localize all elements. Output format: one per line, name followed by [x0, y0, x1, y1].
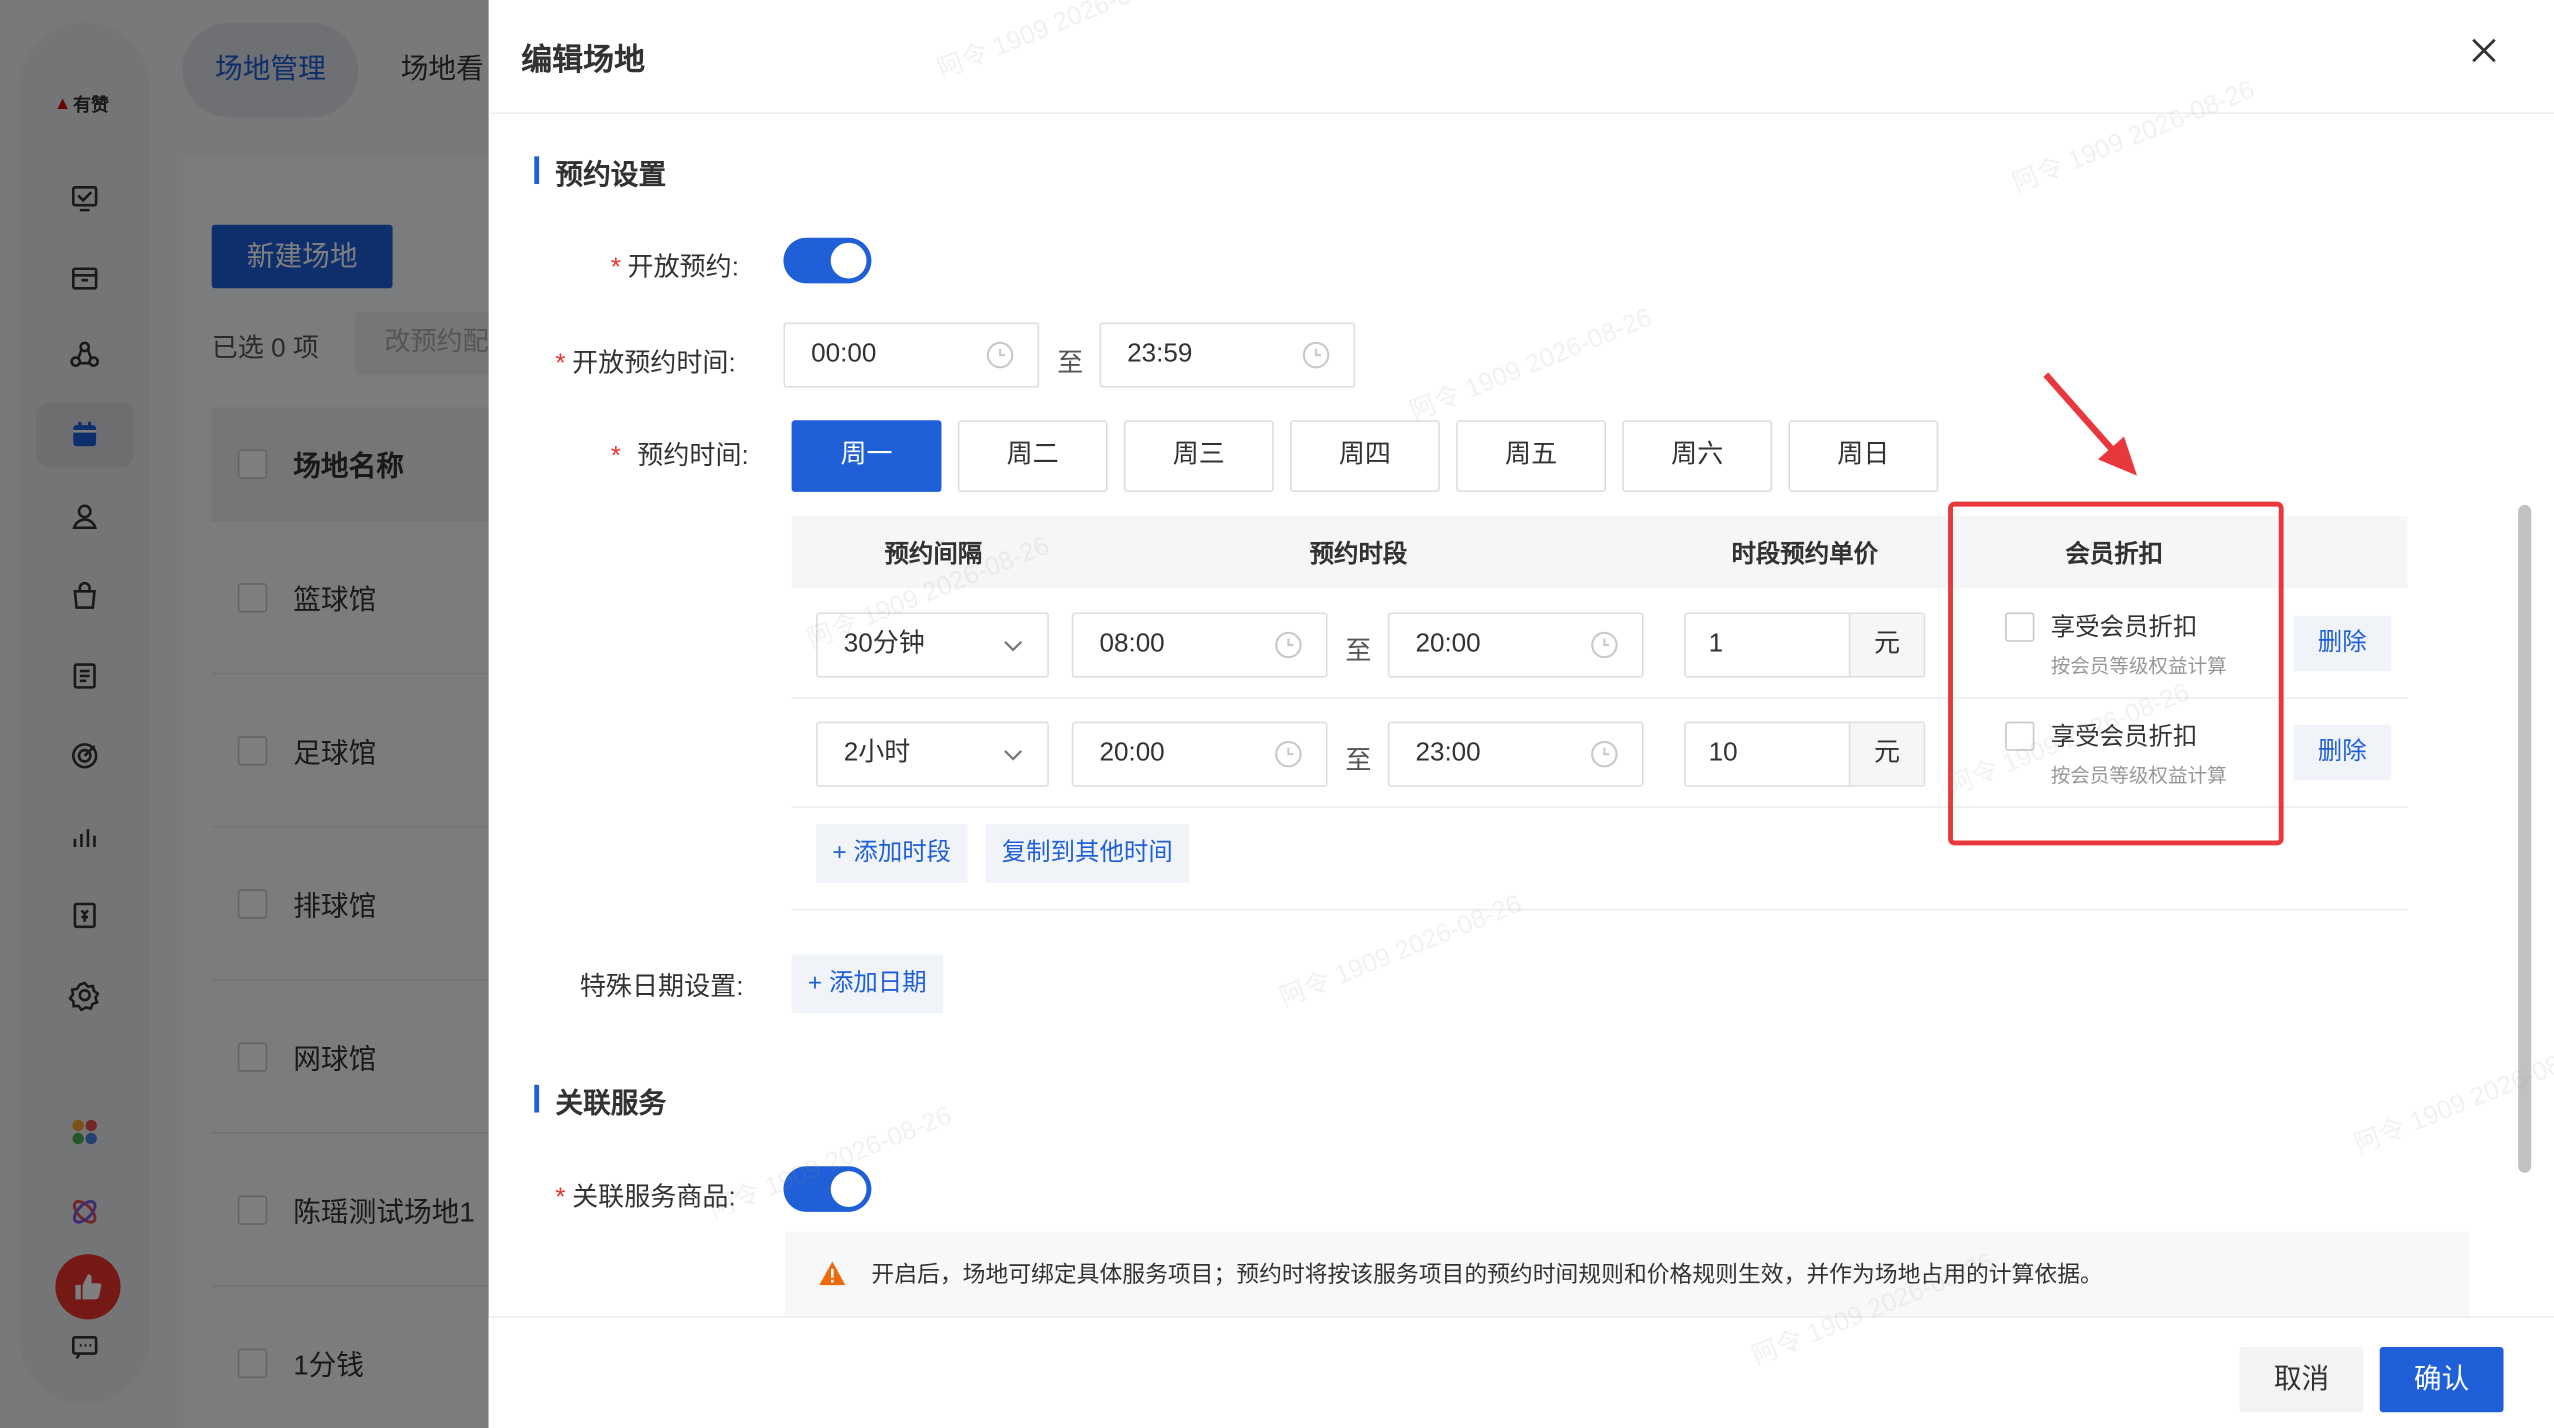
day-button-mon[interactable]: 周一	[791, 420, 942, 492]
clock-icon	[1591, 740, 1618, 768]
interval-select[interactable]: 2小时	[816, 721, 1049, 787]
service-notice: 开启后，场地可绑定具体服务项目；预约时将按该服务项目的预约时间规则和价格规则生效…	[785, 1231, 2470, 1317]
day-button-sat[interactable]: 周六	[1622, 420, 1773, 492]
day-button-sun[interactable]: 周日	[1788, 420, 1939, 492]
clock-icon	[1275, 740, 1302, 768]
section-title-service: 关联服务	[534, 1080, 666, 1121]
watermark: 阿令 1909 2026-08-26	[1406, 304, 1657, 427]
drawer-title: 编辑场地	[521, 43, 646, 79]
clock-icon	[1591, 631, 1618, 659]
slot-price-input[interactable]: 1元	[1684, 612, 1926, 678]
slot-start-input[interactable]: 08:00	[1071, 612, 1328, 678]
service-label: * 关联服务商品:	[555, 1184, 736, 1212]
slot-price-input[interactable]: 10 元	[1684, 721, 1926, 787]
open-time-end-input[interactable]: 23:59	[1099, 322, 1356, 388]
header-period: 预约时段	[1309, 540, 1408, 569]
day-button-wed[interactable]: 周三	[1123, 420, 1274, 492]
range-separator: 至	[1057, 350, 1084, 378]
delete-slot-button[interactable]: 删除	[2293, 615, 2392, 672]
open-booking-switch[interactable]	[783, 237, 872, 284]
add-slot-button[interactable]: + 添加时段	[816, 824, 968, 883]
open-booking-label: * 开放预约:	[610, 254, 739, 282]
delete-slot-button[interactable]: 删除	[2293, 724, 2392, 781]
highlight-box	[1948, 501, 2284, 846]
day-button-fri[interactable]: 周五	[1456, 420, 1607, 492]
edit-venue-drawer: 编辑场地 预约设置 * 开放预约: * 开放预约时间: 00:00 至 23:59 …	[488, 0, 2554, 1428]
range-separator: 至	[1345, 638, 1372, 667]
special-date-label: 特殊日期设置:	[579, 974, 744, 1002]
scrollbar[interactable]	[2518, 504, 2532, 1173]
clock-icon	[1275, 631, 1302, 659]
add-date-button[interactable]: + 添加日期	[791, 954, 943, 1014]
slot-start-input[interactable]: 20:00	[1071, 721, 1328, 787]
drawer-footer: 取消 确认	[488, 1316, 2554, 1428]
annotation-arrow-icon	[2043, 372, 2138, 476]
notice-text: 开启后，场地可绑定具体服务项目；预约时将按该服务项目的预约时间规则和价格规则生效…	[871, 1260, 2103, 1287]
screen: ▲ 有赞 场地管理 场地看 新建场地 已选 0 项 改预约配 场地名称 篮球馆 …	[0, 0, 2554, 1428]
warning-icon	[819, 1261, 846, 1286]
open-time-start-input[interactable]: 00:00	[783, 322, 1040, 388]
section-title-booking: 预约设置	[534, 151, 666, 192]
clock-icon	[1302, 341, 1330, 369]
day-button-tue[interactable]: 周二	[957, 420, 1108, 492]
interval-select[interactable]: 30分钟	[816, 612, 1049, 678]
chevron-down-icon	[1004, 750, 1023, 761]
cancel-button[interactable]: 取消	[2239, 1347, 2364, 1413]
chevron-down-icon	[1004, 640, 1023, 652]
confirm-button[interactable]: 确认	[2379, 1347, 2504, 1413]
copy-to-other-days-button[interactable]: 复制到其他时间	[985, 824, 1190, 883]
slot-end-input[interactable]: 23:00	[1387, 721, 1644, 787]
drawer-header: 编辑场地	[488, 0, 2554, 115]
service-switch[interactable]	[783, 1166, 872, 1212]
range-separator: 至	[1345, 747, 1372, 776]
clock-icon	[986, 341, 1014, 369]
header-price: 时段预约单价	[1731, 540, 1879, 569]
slot-end-input[interactable]: 20:00	[1387, 612, 1644, 678]
header-interval: 预约间隔	[884, 540, 983, 569]
booking-time-label: * 预约时间:	[610, 443, 749, 471]
close-icon[interactable]	[2466, 33, 2502, 69]
open-time-label: * 开放预约时间:	[555, 350, 736, 378]
day-button-thu[interactable]: 周四	[1290, 420, 1440, 492]
